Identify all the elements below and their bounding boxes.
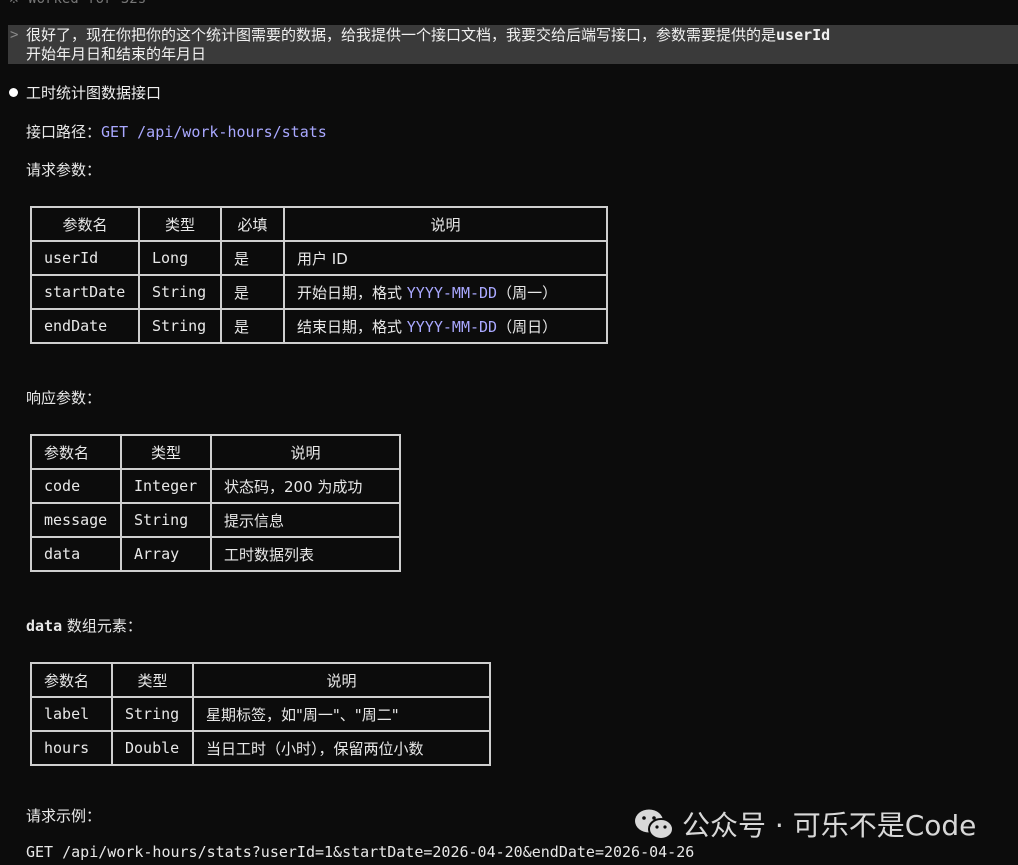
prompt-symbol: > bbox=[10, 27, 19, 43]
param-type-cell: Array bbox=[120, 536, 212, 572]
param-name-cell: data bbox=[30, 536, 122, 572]
response-params-label: 响应参数： bbox=[26, 389, 102, 407]
table-row: data Array 工时数据列表 bbox=[30, 536, 401, 572]
param-required-cell: 是 bbox=[220, 274, 285, 310]
request-example-label: 请求示例： bbox=[26, 807, 102, 825]
watermark: 公众号 · 可乐不是Code bbox=[634, 804, 976, 844]
param-name-cell: startDate bbox=[30, 274, 140, 310]
table-row: hours Double 当日工时（小时），保留两位小数 bbox=[30, 730, 491, 766]
api-title: 工时统计图数据接口 bbox=[26, 84, 162, 102]
param-desc-suffix: （周日） bbox=[497, 317, 558, 336]
request-params-label: 请求参数： bbox=[26, 161, 102, 179]
param-type-cell: String bbox=[120, 502, 212, 538]
api-path-line: 接口路径：GET /api/work-hours/stats bbox=[26, 121, 327, 142]
param-type-cell: String bbox=[111, 696, 194, 732]
api-path-value: GET /api/work-hours/stats bbox=[101, 123, 327, 141]
table-header-cell: 类型 bbox=[111, 662, 194, 698]
param-desc-text: 结束日期，格式 bbox=[297, 317, 407, 336]
table-header-cell: 说明 bbox=[283, 206, 608, 242]
table-row: label String 星期标签，如"周一"、"周二" bbox=[30, 696, 491, 732]
param-desc-cell: 状态码，200 为成功 bbox=[210, 468, 401, 504]
previous-status-line: ※ Worked for 32s bbox=[8, 0, 146, 9]
table-header-cell: 说明 bbox=[210, 434, 401, 470]
request-params-table: 参数名 类型 必填 说明 userId Long 是 用户 ID startDa… bbox=[30, 206, 608, 344]
param-type-cell: Double bbox=[111, 730, 194, 766]
param-name-cell: userId bbox=[30, 240, 140, 276]
response-params-table: 参数名 类型 说明 code Integer 状态码，200 为成功 messa… bbox=[30, 434, 401, 572]
param-desc-code: YYYY-MM-DD bbox=[406, 317, 498, 336]
table-header-cell: 必填 bbox=[220, 206, 285, 242]
param-desc-cell: 工时数据列表 bbox=[210, 536, 401, 572]
data-elements-text: 数组元素： bbox=[62, 617, 142, 635]
table-row: startDate String 是 开始日期，格式 YYYY-MM-DD（周一… bbox=[30, 274, 608, 310]
table-header-cell: 参数名 bbox=[30, 206, 140, 242]
param-desc-text: 用户 ID bbox=[297, 249, 348, 268]
param-desc-code: YYYY-MM-DD bbox=[406, 283, 498, 302]
table-row: code Integer 状态码，200 为成功 bbox=[30, 468, 401, 504]
user-message-line-1: 很好了，现在你把你的这个统计图需要的数据，给我提供一个接口文档，我要交给后端写接… bbox=[26, 26, 830, 45]
param-type-cell: String bbox=[138, 274, 222, 310]
table-header-row: 参数名 类型 说明 bbox=[30, 434, 401, 470]
param-desc-suffix: （周一） bbox=[497, 283, 558, 302]
user-message-text: 很好了，现在你把你的这个统计图需要的数据，给我提供一个接口文档，我要交给后端写接… bbox=[26, 26, 777, 44]
param-name-cell: endDate bbox=[30, 308, 140, 344]
param-type-cell: Integer bbox=[120, 468, 212, 504]
watermark-text: 公众号 · 可乐不是Code bbox=[682, 809, 977, 842]
param-name-cell: label bbox=[30, 696, 113, 732]
user-message: > 很好了，现在你把你的这个统计图需要的数据，给我提供一个接口文档，我要交给后端… bbox=[8, 25, 1018, 64]
param-type-cell: String bbox=[138, 308, 222, 344]
param-desc-cell: 用户 ID bbox=[283, 240, 608, 276]
data-elements-label: data 数组元素： bbox=[26, 615, 142, 636]
data-elements-table: 参数名 类型 说明 label String 星期标签，如"周一"、"周二" h… bbox=[30, 662, 491, 766]
param-desc-cell: 提示信息 bbox=[210, 502, 401, 538]
param-desc-cell: 开始日期，格式 YYYY-MM-DD（周一） bbox=[283, 274, 608, 310]
user-message-code: userId bbox=[776, 26, 831, 44]
table-header-cell: 参数名 bbox=[30, 434, 122, 470]
table-header-row: 参数名 类型 说明 bbox=[30, 662, 491, 698]
param-desc-cell: 结束日期，格式 YYYY-MM-DD（周日） bbox=[283, 308, 608, 344]
bullet-icon bbox=[9, 88, 18, 97]
table-header-row: 参数名 类型 必填 说明 bbox=[30, 206, 608, 242]
param-type-cell: Long bbox=[138, 240, 222, 276]
table-row: endDate String 是 结束日期，格式 YYYY-MM-DD（周日） bbox=[30, 308, 608, 344]
param-required-cell: 是 bbox=[220, 240, 285, 276]
table-header-cell: 类型 bbox=[138, 206, 222, 242]
user-message-line-2: 开始年月日和结束的年月日 bbox=[26, 45, 207, 63]
data-elements-code: data bbox=[26, 617, 63, 635]
param-desc-cell: 星期标签，如"周一"、"周二" bbox=[192, 696, 491, 732]
param-desc-text: 开始日期，格式 bbox=[297, 283, 407, 302]
api-path-label: 接口路径： bbox=[26, 123, 102, 141]
table-header-cell: 参数名 bbox=[30, 662, 113, 698]
param-name-cell: message bbox=[30, 502, 122, 538]
request-example-code: GET /api/work-hours/stats?userId=1&start… bbox=[26, 843, 695, 861]
table-row: userId Long 是 用户 ID bbox=[30, 240, 608, 276]
table-header-cell: 说明 bbox=[192, 662, 491, 698]
param-name-cell: code bbox=[30, 468, 122, 504]
param-desc-cell: 当日工时（小时），保留两位小数 bbox=[192, 730, 491, 766]
wechat-icon bbox=[635, 809, 674, 840]
param-required-cell: 是 bbox=[220, 308, 285, 344]
param-name-cell: hours bbox=[30, 730, 113, 766]
table-row: message String 提示信息 bbox=[30, 502, 401, 538]
table-header-cell: 类型 bbox=[120, 434, 212, 470]
